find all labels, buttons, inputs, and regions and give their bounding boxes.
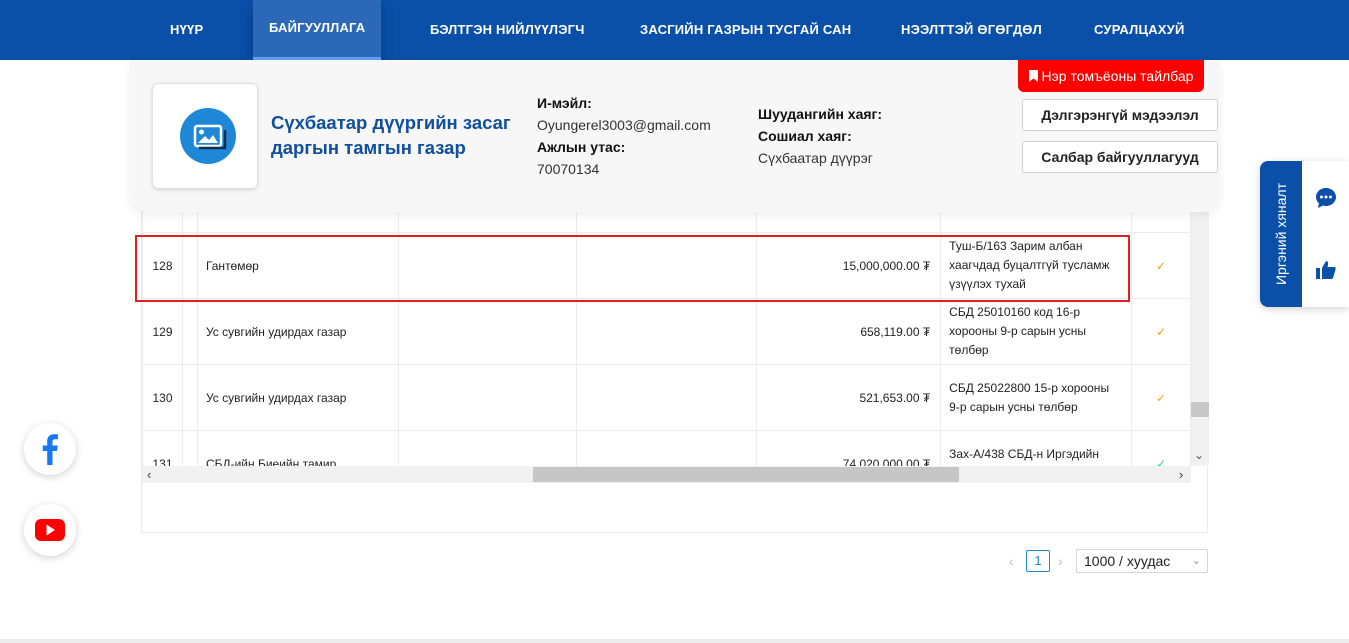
nav-item-suppliers[interactable]: БЭЛТГЭН НИЙЛҮҮЛЭГЧ: [430, 0, 585, 60]
page-bottom-divider: [0, 639, 1349, 643]
row-number: 130: [142, 364, 183, 431]
transactions-table: 127Их ундрах Интертайнмент ХХК15,000,000…: [141, 200, 1209, 533]
description-cell: СБД 25010160 код 16-р хорооны 9-р сарын …: [940, 298, 1133, 365]
amount-cell: 658,119.00 ₮: [756, 298, 942, 365]
nav-item-learning[interactable]: СУРАЛЦАХУЙ: [1094, 0, 1185, 60]
feedback-panel[interactable]: Иргэний хяналт: [1260, 161, 1349, 307]
check-mark: ✓: [1155, 456, 1167, 467]
check-icon: ✓: [1131, 232, 1191, 299]
top-nav: НҮҮР БАЙГУУЛЛАГА БЭЛТГЭН НИЙЛҮҮЛЭГЧ ЗАСГ…: [0, 0, 1349, 60]
phone-label: Ажлын утас:: [537, 139, 626, 155]
feedback-strip[interactable]: Иргэний хяналт: [1260, 161, 1302, 307]
table-row[interactable]: 131 СБД-ийн Биеийн тамир 74,020,000.00 ₮ За…: [142, 430, 1191, 467]
facebook-button[interactable]: [24, 423, 76, 475]
thumbs-up-icon[interactable]: [1316, 260, 1336, 285]
page-number-current[interactable]: 1: [1026, 550, 1050, 572]
empty-cell: [397, 232, 577, 299]
empty-cell: [575, 298, 758, 365]
description-cell: Зах-А/438 СБД-н Иргэдийн спортын 9-р их …: [940, 430, 1133, 466]
branches-button[interactable]: Салбар байгууллагууд: [1022, 141, 1218, 173]
district-value: Сүхбаатар дүүрэг: [758, 150, 873, 166]
amount-cell: 521,653.00 ₮: [756, 364, 942, 431]
chat-icon[interactable]: [1315, 187, 1337, 214]
organization-card: Сүхбаатар дүүргийн засаг даргын тамгын г…: [130, 60, 1220, 212]
fixed-column-divider: [181, 232, 198, 299]
prev-page-icon[interactable]: ‹: [1009, 553, 1014, 569]
empty-cell: [575, 232, 758, 299]
youtube-button[interactable]: [24, 504, 76, 556]
empty-cell: [397, 430, 577, 466]
empty-cell: [397, 298, 577, 365]
fixed-column-divider: [181, 364, 198, 431]
page-size-value: 1000 / хуудас: [1084, 553, 1171, 569]
table-row[interactable]: 129 Ус сувгийн удирдах газар 658,119.00 ₮ С…: [142, 298, 1191, 365]
nav-item-special-fund[interactable]: ЗАСГИЙН ГАЗРЫН ТУСГАЙ САН: [640, 0, 851, 60]
scroll-down-icon[interactable]: ⌄: [1194, 448, 1204, 462]
image-placeholder-icon: [180, 108, 236, 164]
row-number: 128: [142, 232, 183, 299]
email-value[interactable]: Oyungerel3003@gmail.com: [537, 117, 711, 133]
youtube-icon: [35, 519, 65, 541]
nav-item-home[interactable]: НҮҮР: [170, 0, 203, 60]
amount-cell: 15,000,000.00 ₮: [756, 232, 942, 299]
scroll-right-icon[interactable]: ›: [1179, 466, 1183, 483]
horizontal-scroll-thumb[interactable]: [533, 467, 959, 482]
check-mark: ✓: [1155, 324, 1167, 339]
horizontal-scrollbar[interactable]: ‹ ›: [142, 466, 1191, 483]
nav-item-organizations[interactable]: БАЙГУУЛЛАГА: [253, 0, 382, 60]
empty-cell: [575, 364, 758, 431]
chevron-down-icon: ⌄: [1191, 555, 1201, 567]
recipient-name: Ус сувгийн удирдах газар: [196, 364, 399, 431]
page-size-select[interactable]: 1000 / хуудас ⌄: [1076, 549, 1208, 573]
glossary-button-label: Нэр томъёоны тайлбар: [1041, 68, 1194, 84]
recipient-name: Гантөмөр: [196, 232, 399, 299]
email-label: И-мэйл:: [537, 95, 592, 111]
bookmark-icon: [1028, 61, 1038, 93]
table-row[interactable]: 128 Гантөмөр 15,000,000.00 ₮ Туш-Б/163 Зари…: [142, 232, 1191, 299]
check-mark: ✓: [1155, 390, 1167, 405]
fixed-column-divider: [181, 430, 198, 466]
next-page-icon[interactable]: ›: [1058, 553, 1063, 569]
check-icon: ✓: [1131, 430, 1191, 467]
description-cell: СБД 25022800 15-р хорооны 9-р сарын усны…: [940, 364, 1133, 431]
feedback-label: Иргэний хяналт: [1273, 182, 1289, 286]
social-label: Сошиал хаяг:: [758, 128, 852, 144]
check-icon: ✓: [1131, 298, 1191, 365]
mail-address-label: Шуудангийн хаяг:: [758, 106, 883, 122]
details-button[interactable]: Дэлгэрэнгүй мэдээлэл: [1022, 99, 1218, 131]
empty-cell: [397, 364, 577, 431]
facebook-icon: [42, 434, 58, 465]
nav-item-open-data[interactable]: НЭЭЛТТЭЙ ӨГӨГДӨЛ: [901, 0, 1042, 60]
description-cell: Туш-Б/163 Зарим албан хаагчдад буцалтгүй…: [940, 232, 1133, 299]
table-body[interactable]: 127Их ундрах Интертайнмент ХХК15,000,000…: [142, 200, 1191, 466]
empty-cell: [575, 430, 758, 466]
check-icon: ✓: [1131, 364, 1191, 431]
row-number: 131: [142, 430, 183, 466]
row-number: 129: [142, 298, 183, 365]
fixed-column-divider: [181, 298, 198, 365]
organization-name: Сүхбаатар дүүргийн засаг даргын тамгын г…: [271, 112, 511, 158]
table-row[interactable]: 130 Ус сувгийн удирдах газар 521,653.00 ₮ С…: [142, 364, 1191, 431]
recipient-name: Ус сувгийн удирдах газар: [196, 298, 399, 365]
organization-logo: [152, 83, 258, 189]
check-mark: ✓: [1155, 258, 1167, 273]
vertical-scrollbar[interactable]: ⌄: [1191, 200, 1209, 466]
recipient-name: СБД-ийн Биеийн тамир: [196, 430, 399, 466]
amount-cell: 74,020,000.00 ₮: [756, 430, 942, 466]
scroll-left-icon[interactable]: ‹: [147, 466, 151, 483]
vertical-scroll-thumb[interactable]: [1191, 402, 1209, 417]
glossary-button[interactable]: Нэр томъёоны тайлбар: [1018, 60, 1204, 92]
phone-value: 70070134: [537, 161, 600, 177]
